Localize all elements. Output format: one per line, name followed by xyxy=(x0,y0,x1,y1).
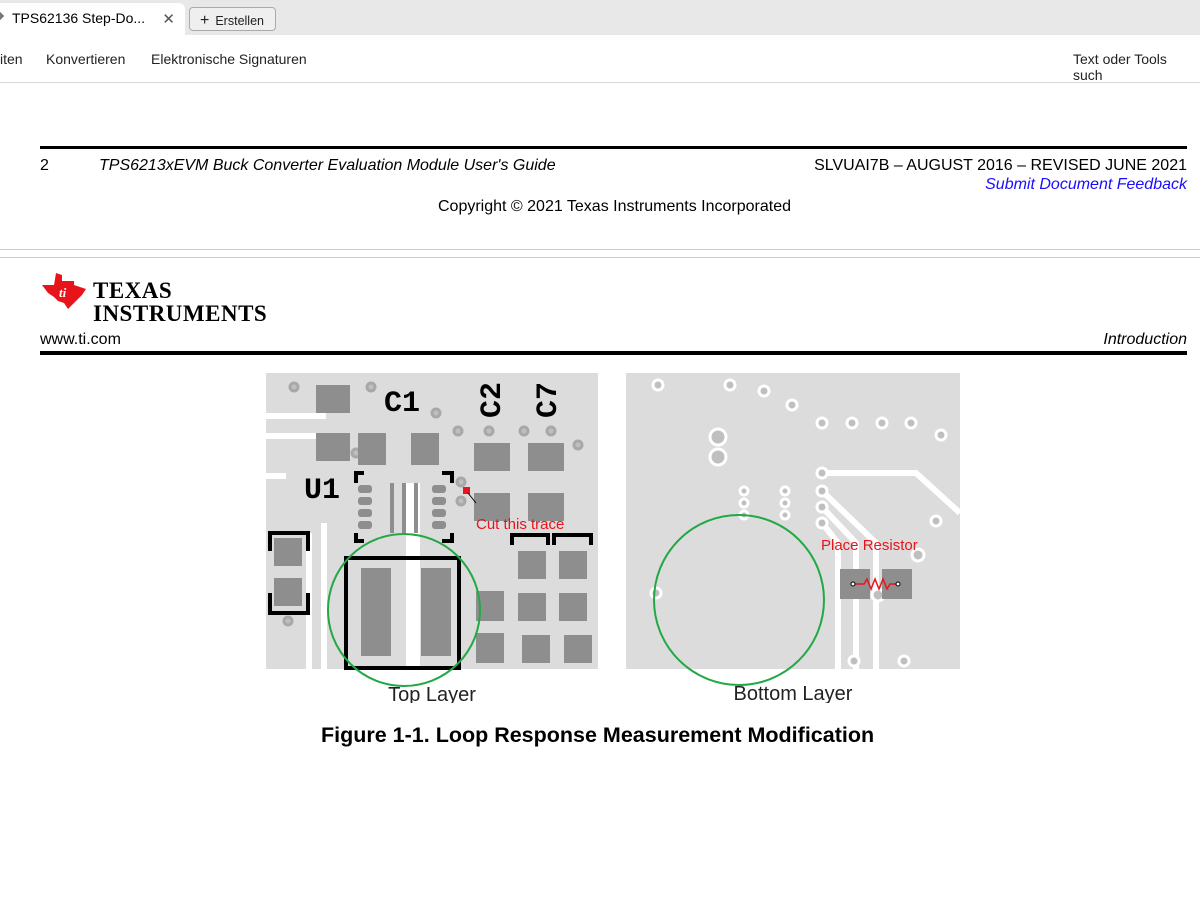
new-tab-button[interactable]: + Erstellen xyxy=(189,7,276,31)
tab-document[interactable]: TPS62136 Step-Do... ✕ xyxy=(0,3,185,35)
menu-esign[interactable]: Elektronische Signaturen xyxy=(151,51,307,67)
menu-edit[interactable]: iten xyxy=(0,51,23,67)
logo-line1: Texas xyxy=(93,278,173,303)
website: www.ti.com xyxy=(40,331,121,348)
search-tools[interactable]: Text oder Tools such xyxy=(1073,51,1200,83)
cut-annotation: Cut this trace xyxy=(476,516,565,533)
ti-logo: ti Texas Instruments xyxy=(40,271,267,325)
new-tab-label: Erstellen xyxy=(215,14,264,28)
pdf-viewport[interactable]: 2 TPS6213xEVM Buck Converter Evaluation … xyxy=(0,83,1200,903)
refdes-c2: C2 xyxy=(476,382,510,418)
refdes-c1: C1 xyxy=(384,387,420,421)
menu-convert[interactable]: Konvertieren xyxy=(46,51,125,67)
svg-text:ti: ti xyxy=(59,285,67,300)
toolbar: iten Konvertieren Elektronische Signatur… xyxy=(0,35,1200,83)
ti-logo-icon: ti xyxy=(42,273,86,309)
divider xyxy=(40,146,1187,149)
refdes-c7: C7 xyxy=(532,382,566,418)
bottom-layer-label: Bottom Layer xyxy=(734,683,853,703)
top-layer-image: C1 U1 C2 C7 Cut this trace Top Layer xyxy=(266,373,598,703)
page-gap xyxy=(0,249,1200,258)
place-annotation: Place Resistor xyxy=(821,537,918,554)
doc-title: TPS6213xEVM Buck Converter Evaluation Mo… xyxy=(99,157,556,174)
cut-marker xyxy=(463,487,470,494)
bottom-layer-image: Place Resistor Bottom Layer xyxy=(626,373,960,703)
feedback-link[interactable]: Submit Document Feedback xyxy=(985,176,1187,194)
tab-icon xyxy=(0,11,5,21)
section-title: Introduction xyxy=(1103,331,1187,348)
logo-line2: Instruments xyxy=(93,301,268,326)
copyright: Copyright © 2021 Texas Instruments Incor… xyxy=(438,198,792,215)
page-number: 2 xyxy=(40,157,49,174)
top-layer-label: Top Layer xyxy=(388,684,476,703)
plus-icon: + xyxy=(200,12,210,29)
doc-id: SLVUAI7B – AUGUST 2016 – REVISED JUNE 20… xyxy=(814,157,1187,174)
tab-title: TPS62136 Step-Do... xyxy=(12,10,146,26)
figure-caption: Figure 1-1. Loop Response Measurement Mo… xyxy=(321,723,875,747)
refdes-u1: U1 xyxy=(304,474,340,508)
close-icon[interactable]: ✕ xyxy=(162,10,175,28)
tab-bar: TPS62136 Step-Do... ✕ + Erstellen xyxy=(0,0,1200,35)
divider xyxy=(40,351,1187,355)
